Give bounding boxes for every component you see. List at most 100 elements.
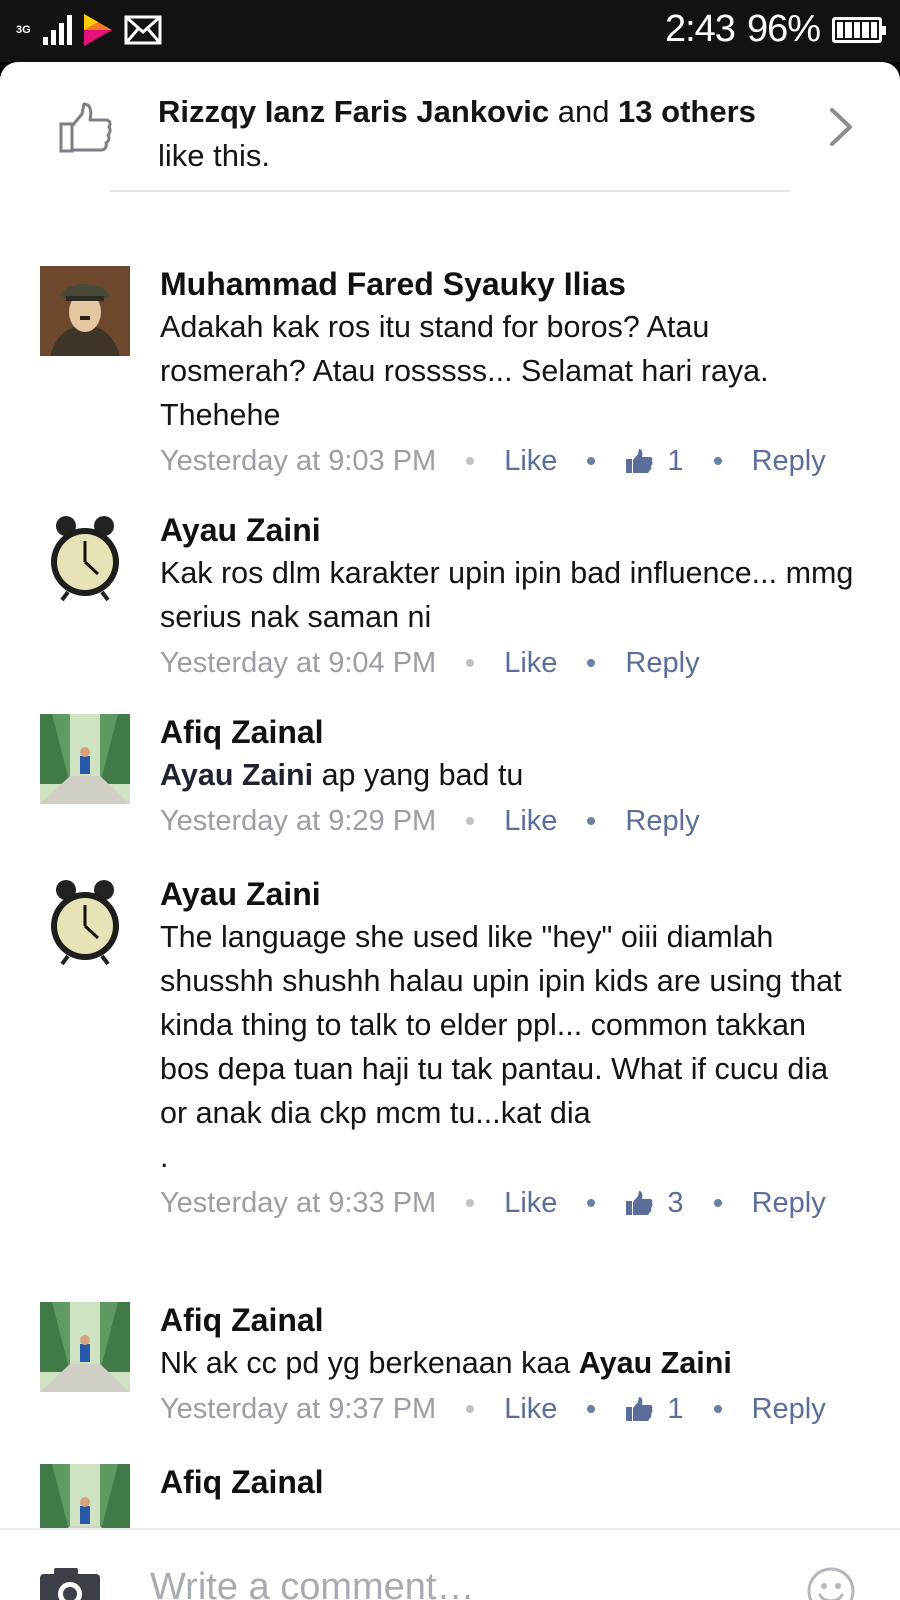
like-count[interactable]: 1 [625, 1387, 684, 1431]
separator-dot [466, 1199, 475, 1207]
like-button[interactable]: Like [504, 1387, 557, 1431]
network-type: 3G [16, 24, 31, 36]
avatar[interactable] [40, 512, 130, 602]
chevron-right-icon[interactable] [828, 106, 854, 148]
comment-text-body: Nk ak cc pd yg berkenaan kaa [160, 1346, 579, 1380]
comment-author[interactable]: Ayau Zaini [160, 873, 860, 915]
comment-text: The language she used like "hey" oiii di… [160, 920, 842, 1174]
battery-percent: 96% [746, 8, 821, 50]
thumbs-up-icon [626, 1191, 653, 1215]
comment-text: Kak ros dlm karakter upin ipin bad influ… [160, 556, 854, 634]
comment-text: Adakah kak ros itu stand for boros? Atau… [160, 310, 769, 432]
battery-icon [832, 16, 886, 43]
reply-button[interactable]: Reply [752, 439, 826, 483]
smiley-icon[interactable] [806, 1566, 856, 1600]
comment-list[interactable]: Muhammad Fared Syauky Ilias Adakah kak r… [0, 192, 900, 1530]
others-word[interactable]: others [661, 94, 756, 129]
avatar[interactable] [40, 1464, 130, 1530]
avatar[interactable] [40, 1302, 130, 1392]
comment-input[interactable] [150, 1566, 710, 1600]
comment-body: Afiq Zainal Ayau Zaini ap yang bad tu Ye… [160, 711, 860, 843]
reply-button[interactable]: Reply [625, 641, 699, 685]
camera-icon[interactable] [38, 1566, 102, 1600]
comment-author[interactable]: Afiq Zainal [160, 1299, 860, 1341]
like-button[interactable]: Like [504, 1181, 557, 1225]
divider [0, 1528, 900, 1530]
separator-dot [466, 1405, 475, 1413]
comment-time[interactable]: Yesterday at 9:04 PM [160, 641, 436, 685]
avatar[interactable] [40, 876, 130, 966]
others-count[interactable]: 13 [618, 94, 652, 129]
avatar[interactable] [40, 266, 130, 356]
like-count[interactable]: 1 [625, 439, 684, 483]
comment-text: Nk ak cc pd yg berkenaan kaa Ayau Zaini [160, 1341, 860, 1385]
comment-time[interactable]: Yesterday at 9:03 PM [160, 439, 436, 483]
thumbs-up-icon [626, 1397, 653, 1421]
mail-icon [124, 15, 162, 45]
separator-dot [587, 659, 596, 667]
forest-path-photo [40, 1302, 130, 1392]
separator-dot [587, 457, 596, 465]
separator-dot [713, 457, 722, 465]
like-button[interactable]: Like [504, 799, 557, 843]
app-notification-icon [83, 14, 112, 46]
separator-dot [587, 1405, 596, 1413]
portrait-photo [40, 266, 130, 356]
signal-icon [42, 15, 72, 45]
likes-text: Rizzqy Ianz Faris Jankovic and 13 others… [158, 90, 778, 178]
like-count-value: 1 [667, 1393, 684, 1425]
like-button[interactable]: Like [504, 439, 557, 483]
comment-meta: Yesterday at 9:29 PM Like Reply [160, 799, 860, 843]
separator-dot [466, 457, 475, 465]
alarm-clock-photo [40, 876, 130, 966]
separator-dot [466, 817, 475, 825]
comment-body: Afiq Zainal Nk ak cc pd yg berkenaan kaa… [160, 1299, 860, 1431]
comment-author[interactable]: Afiq Zainal [160, 1461, 860, 1503]
comment-time[interactable]: Yesterday at 9:29 PM [160, 799, 436, 843]
comment-meta: Yesterday at 9:37 PM Like 1 Reply [160, 1387, 860, 1431]
comment-text: Ayau Zaini ap yang bad tu [160, 753, 860, 797]
comment-meta: Yesterday at 9:33 PM Like 3 Reply [160, 1181, 860, 1225]
liker-name[interactable]: Rizzqy Ianz Faris Jankovic [158, 94, 549, 129]
like-count-value: 1 [667, 445, 684, 477]
thumbs-up-outline-icon [59, 102, 112, 153]
reply-button[interactable]: Reply [625, 799, 699, 843]
comment-time[interactable]: Yesterday at 9:33 PM [160, 1181, 436, 1225]
comment-meta: Yesterday at 9:03 PM Like 1 Reply [160, 439, 860, 483]
comment-text-body: ap yang bad tu [313, 758, 524, 792]
thumbs-up-icon [626, 449, 653, 473]
like-count-value: 3 [667, 1187, 684, 1219]
comment-body: Muhammad Fared Syauky Ilias Adakah kak r… [160, 263, 860, 483]
comment-author[interactable]: Ayau Zaini [160, 509, 860, 551]
separator-dot [587, 1199, 596, 1207]
clock: 2:43 [664, 8, 736, 50]
comment-author[interactable]: Afiq Zainal [160, 711, 860, 753]
comment-composer [0, 1528, 900, 1600]
status-right: 2:43 96% [664, 8, 886, 51]
comments-panel: Rizzqy Ianz Faris Jankovic and 13 others… [0, 62, 900, 1600]
comment-meta: Yesterday at 9:04 PM Like Reply [160, 641, 860, 685]
alarm-clock-photo [40, 512, 130, 602]
reply-button[interactable]: Reply [752, 1181, 826, 1225]
likes-joiner: and [549, 94, 619, 129]
avatar[interactable] [40, 714, 130, 804]
comment-body: Ayau Zaini The language she used like "h… [160, 873, 860, 1225]
separator-dot [466, 659, 475, 667]
comment-body: Ayau Zaini Kak ros dlm karakter upin ipi… [160, 509, 860, 685]
comment-author[interactable]: Muhammad Fared Syauky Ilias [160, 263, 860, 305]
comment-time[interactable]: Yesterday at 9:37 PM [160, 1387, 436, 1431]
status-bar: 3G 2:43 96% [0, 0, 900, 62]
comment-body: Afiq Zainal [160, 1461, 860, 1503]
mention-link[interactable]: Ayau Zaini [160, 758, 313, 792]
forest-path-photo [40, 714, 130, 804]
separator-dot [713, 1199, 722, 1207]
separator-dot [713, 1405, 722, 1413]
like-button[interactable]: Like [504, 641, 557, 685]
likes-summary[interactable]: Rizzqy Ianz Faris Jankovic and 13 others… [0, 62, 900, 192]
mention-link[interactable]: Ayau Zaini [579, 1346, 732, 1380]
separator-dot [587, 817, 596, 825]
reply-button[interactable]: Reply [752, 1387, 826, 1431]
like-count[interactable]: 3 [625, 1181, 684, 1225]
forest-path-photo [40, 1464, 130, 1530]
status-left: 3G [16, 12, 162, 48]
